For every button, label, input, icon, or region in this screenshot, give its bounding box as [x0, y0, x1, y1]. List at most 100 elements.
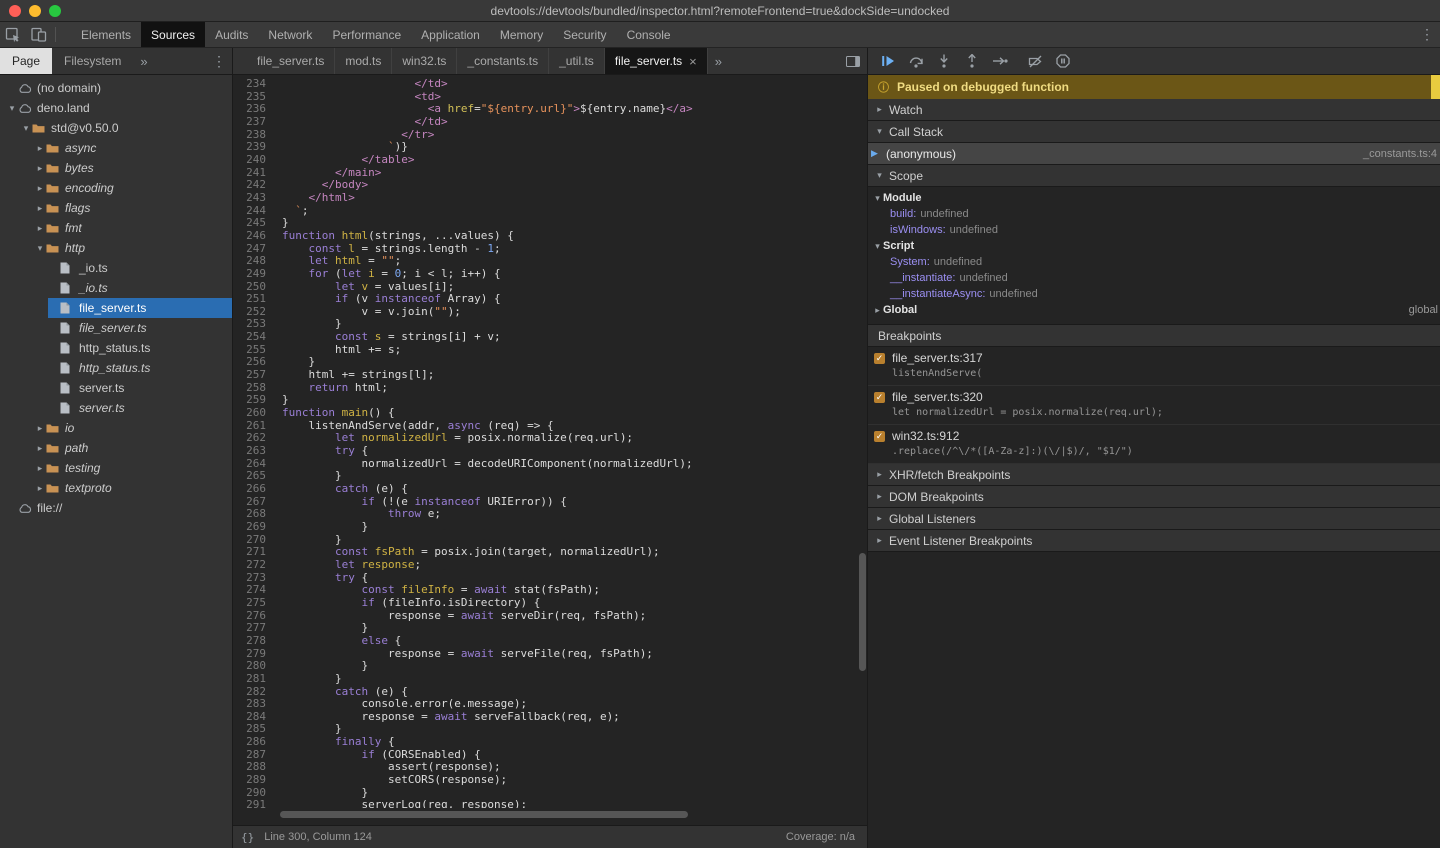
section-scope[interactable]: ▾ Scope: [868, 165, 1440, 187]
line-number[interactable]: 286: [233, 736, 266, 749]
line-number[interactable]: 242: [233, 179, 266, 192]
chevron-right-icon[interactable]: ▸: [34, 223, 46, 234]
code-line[interactable]: 255 html += s;: [233, 344, 867, 357]
minimize-window-button[interactable]: [29, 5, 41, 17]
chevron-right-icon[interactable]: ▸: [34, 143, 46, 154]
tree-folder-testing[interactable]: ▸testing: [0, 458, 232, 478]
scope-variable-build[interactable]: build:undefined: [868, 206, 1440, 222]
breakpoint-entry[interactable]: ✓win32.ts:912.replace(/^\/*([A-Za-z]:)(\…: [868, 425, 1440, 464]
tree-item-server-ts[interactable]: server.ts: [0, 378, 232, 398]
section-xhr-breakpoints[interactable]: ▸ XHR/fetch Breakpoints: [868, 464, 1440, 486]
close-window-button[interactable]: [9, 5, 21, 17]
chevron-right-icon[interactable]: ▸: [34, 183, 46, 194]
tree-folder-async[interactable]: ▸async: [0, 138, 232, 158]
pretty-print-button[interactable]: {}: [241, 831, 254, 844]
vertical-scrollbar[interactable]: [859, 553, 866, 671]
chevron-right-icon[interactable]: ▸: [34, 443, 46, 454]
chevron-right-icon[interactable]: ▸: [34, 463, 46, 474]
code-editor[interactable]: 234 </td>235 <td>236 <a href="${entry.ur…: [233, 75, 867, 825]
line-number[interactable]: 281: [233, 673, 266, 686]
tree-folder-flags[interactable]: ▸flags: [0, 198, 232, 218]
line-number[interactable]: 234: [233, 78, 266, 91]
more-options-icon[interactable]: ⋮: [1414, 22, 1440, 47]
line-number[interactable]: 260: [233, 407, 266, 420]
tree-folder-std-v0-50-0[interactable]: ▾std@v0.50.0: [0, 118, 232, 138]
tree-item-file[interactable]: file://: [0, 498, 232, 518]
editor-tab-constants-ts[interactable]: _constants.ts: [457, 48, 549, 74]
toggle-debugger-sidebar-button[interactable]: [846, 55, 860, 70]
line-number[interactable]: 257: [233, 369, 266, 382]
close-tab-icon[interactable]: ×: [689, 54, 697, 69]
tab-page[interactable]: Page: [0, 48, 52, 74]
more-tabs-icon[interactable]: »: [133, 48, 154, 74]
section-call-stack[interactable]: ▾ Call Stack: [868, 121, 1440, 143]
line-number[interactable]: 237: [233, 116, 266, 129]
step-into-button[interactable]: [930, 50, 958, 72]
line-number[interactable]: 291: [233, 799, 266, 808]
tab-performance[interactable]: Performance: [322, 22, 411, 47]
breakpoint-checkbox[interactable]: ✓: [874, 392, 885, 403]
code-line[interactable]: 243 </html>: [233, 192, 867, 205]
deactivate-breakpoints-button[interactable]: [1021, 50, 1049, 72]
navigator-menu-icon[interactable]: ⋮: [206, 48, 232, 74]
tree-folder-http[interactable]: ▾http: [0, 238, 232, 258]
tree-folder-fmt[interactable]: ▸fmt: [0, 218, 232, 238]
line-number[interactable]: 249: [233, 268, 266, 281]
section-watch[interactable]: ▸ Watch: [868, 99, 1440, 121]
line-number[interactable]: 272: [233, 559, 266, 572]
chevron-right-icon[interactable]: ▸: [34, 163, 46, 174]
tab-security[interactable]: Security: [553, 22, 616, 47]
chevron-right-icon[interactable]: ▸: [34, 483, 46, 494]
editor-tab-win32-ts[interactable]: win32.ts: [392, 48, 457, 74]
scope-section-global[interactable]: ▸Globalglobal: [868, 302, 1440, 318]
breakpoint-checkbox[interactable]: ✓: [874, 353, 885, 364]
section-event-listener-breakpoints[interactable]: ▸ Event Listener Breakpoints: [868, 530, 1440, 552]
pause-on-exceptions-button[interactable]: [1049, 50, 1077, 72]
resume-button[interactable]: [874, 50, 902, 72]
tree-item-io-ts[interactable]: _io.ts: [0, 278, 232, 298]
editor-tab-file-server-ts[interactable]: file_server.ts×: [605, 48, 708, 74]
scope-variable-instantiateasync[interactable]: __instantiateAsync:undefined: [868, 286, 1440, 302]
line-number[interactable]: 283: [233, 698, 266, 711]
step-button[interactable]: [986, 50, 1014, 72]
breakpoint-entry[interactable]: ✓file_server.ts:320let normalizedUrl = p…: [868, 386, 1440, 425]
scope-section-script[interactable]: ▾Script: [868, 238, 1440, 254]
call-stack-frame[interactable]: ▶(anonymous)_constants.ts:4: [868, 143, 1440, 165]
section-dom-breakpoints[interactable]: ▸ DOM Breakpoints: [868, 486, 1440, 508]
tree-folder-textproto[interactable]: ▸textproto: [0, 478, 232, 498]
line-number[interactable]: 277: [233, 622, 266, 635]
line-number[interactable]: 246: [233, 230, 266, 243]
zoom-window-button[interactable]: [49, 5, 61, 17]
step-over-button[interactable]: [902, 50, 930, 72]
tab-elements[interactable]: Elements: [71, 22, 141, 47]
line-number[interactable]: 274: [233, 584, 266, 597]
tab-filesystem[interactable]: Filesystem: [52, 48, 133, 74]
line-number[interactable]: 254: [233, 331, 266, 344]
section-breakpoints[interactable]: Breakpoints: [868, 325, 1440, 347]
code-line[interactable]: 244 `;: [233, 205, 867, 218]
line-number[interactable]: 269: [233, 521, 266, 534]
tree-item-no-domain[interactable]: (no domain): [0, 78, 232, 98]
line-number[interactable]: 278: [233, 635, 266, 648]
tab-audits[interactable]: Audits: [205, 22, 258, 47]
step-out-button[interactable]: [958, 50, 986, 72]
tree-folder-io[interactable]: ▸io: [0, 418, 232, 438]
tab-console[interactable]: Console: [617, 22, 681, 47]
tree-item-http-status-ts[interactable]: http_status.ts: [0, 358, 232, 378]
tab-memory[interactable]: Memory: [490, 22, 553, 47]
line-number[interactable]: 248: [233, 255, 266, 268]
horizontal-scrollbar[interactable]: [280, 811, 688, 818]
code-line[interactable]: 291 serverLog(req, response);: [233, 799, 867, 808]
line-number[interactable]: 266: [233, 483, 266, 496]
tree-folder-encoding[interactable]: ▸encoding: [0, 178, 232, 198]
line-number[interactable]: 289: [233, 774, 266, 787]
tree-item-deno-land[interactable]: ▾deno.land: [0, 98, 232, 118]
line-number[interactable]: 245: [233, 217, 266, 230]
section-global-listeners[interactable]: ▸ Global Listeners: [868, 508, 1440, 530]
scope-variable-instantiate[interactable]: __instantiate:undefined: [868, 270, 1440, 286]
breakpoint-checkbox[interactable]: ✓: [874, 431, 885, 442]
line-number[interactable]: 280: [233, 660, 266, 673]
line-number[interactable]: 243: [233, 192, 266, 205]
editor-tab-util-ts[interactable]: _util.ts: [549, 48, 605, 74]
tab-network[interactable]: Network: [258, 22, 322, 47]
